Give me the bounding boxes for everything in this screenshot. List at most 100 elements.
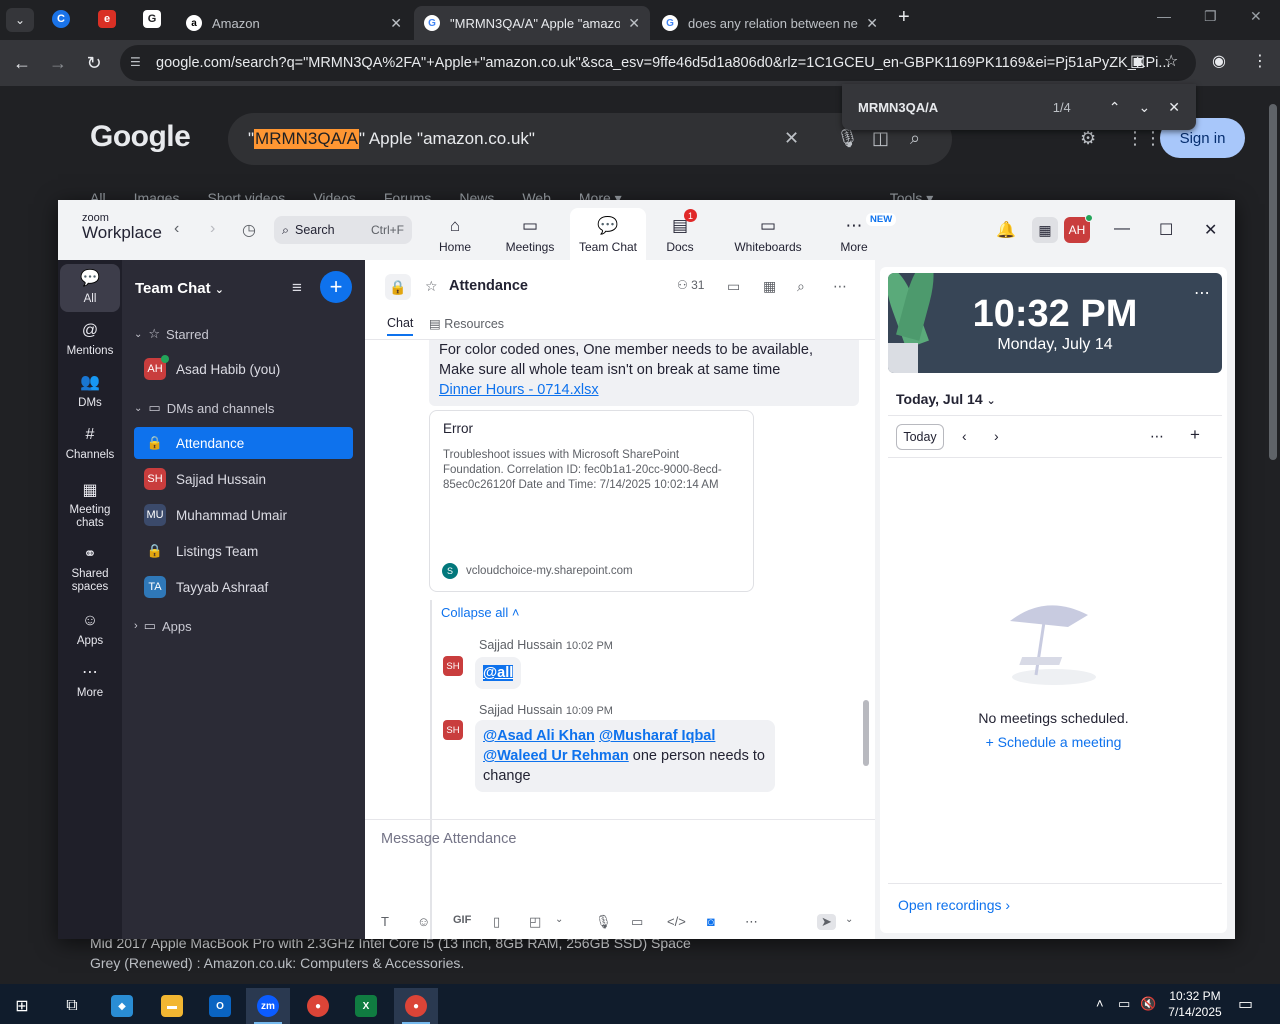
search-icon[interactable]: ⌕ [797, 278, 805, 295]
section-apps[interactable]: › ▭ Apps [134, 618, 192, 634]
taskbar-app-1[interactable]: ◆ [100, 988, 144, 1024]
new-tab-button[interactable]: + [898, 6, 910, 29]
tray-chevron-up-icon[interactable]: ˄ [1096, 996, 1104, 1011]
nav-more[interactable]: NEW ⋯ More [816, 208, 897, 260]
rail-more[interactable]: ⋯ More [60, 658, 120, 706]
sidebar-item-tayyab-ashraaf[interactable]: TA Tayyab Ashraaf [134, 571, 353, 603]
rail-mentions[interactable]: @ Mentions [60, 316, 120, 364]
zoom-taskbar-icon[interactable]: zm [246, 988, 290, 1024]
mention[interactable]: @Waleed Ur Rehman [483, 748, 629, 764]
chat-scrollbar[interactable] [863, 700, 869, 766]
chevron-down-icon[interactable]: ⌄ [845, 914, 853, 925]
search-icon[interactable]: ⌕ [910, 128, 920, 149]
gift-icon[interactable]: ▦ [1032, 217, 1058, 243]
send-icon[interactable]: ➤ [817, 914, 836, 930]
message-composer[interactable]: Message Attendance T ☺ GIF ▯ ◰ ⌄ 🎙 ▭ </>… [365, 819, 875, 939]
section-starred[interactable]: ⌄ ☆ Starred [134, 326, 209, 342]
more-dots-icon[interactable]: ⋯ [1150, 428, 1164, 445]
rail-meeting-chats[interactable]: ▦ Meeting chats [60, 478, 120, 534]
mention[interactable]: @Musharaf Iqbal [599, 728, 715, 744]
scrollbar-thumb[interactable] [1269, 104, 1277, 460]
sidebar-item-sajjad-hussain[interactable]: SH Sajjad Hussain [134, 463, 353, 495]
open-recordings-link[interactable]: Open recordings › [898, 897, 1010, 913]
notifications-icon[interactable]: ▭ [1238, 994, 1253, 1014]
nav-whiteboards[interactable]: ▭ Whiteboards [722, 208, 814, 260]
more-dots-icon[interactable]: ⋯ [1194, 283, 1210, 303]
schedule-meeting-link[interactable]: + Schedule a meeting [880, 734, 1227, 750]
gif-icon[interactable]: GIF [453, 914, 471, 926]
rail-apps[interactable]: ☺ Apps [60, 606, 120, 654]
microphone-icon[interactable]: 🎙 [836, 128, 859, 149]
chevron-right-icon[interactable]: › [994, 428, 999, 444]
nav-docs[interactable]: 1 ▤ Docs [642, 208, 718, 260]
tab-search-button[interactable]: ⌄ [6, 8, 34, 32]
apps-grid-icon[interactable]: ⋮⋮ [1126, 128, 1162, 149]
pinned-tab-1[interactable]: C [52, 10, 70, 28]
task-view-icon[interactable]: ⧉ [50, 988, 94, 1024]
google-logo[interactable]: Google [90, 120, 191, 154]
rail-channels[interactable]: # Channels [60, 420, 120, 468]
find-input[interactable]: MRMN3QA/A [858, 100, 1053, 115]
star-icon[interactable]: ☆ [425, 278, 438, 295]
emoji-icon[interactable]: ☺ [417, 914, 430, 929]
close-window-icon[interactable]: ✕ [1250, 8, 1262, 25]
menu-dots-icon[interactable]: ⋮ [1252, 51, 1268, 71]
find-close-icon[interactable]: ✕ [1168, 99, 1180, 116]
minimize-icon[interactable]: — [1157, 8, 1171, 24]
page-scrollbar[interactable] [1266, 86, 1280, 984]
pinned-tab-3[interactable]: G [143, 10, 161, 28]
nav-team-chat[interactable]: 💬 Team Chat [570, 208, 646, 260]
sidebar-title[interactable]: Team Chat ⌄ [135, 280, 224, 297]
more-dots-icon[interactable]: ⋯ [745, 914, 758, 930]
history-icon[interactable]: ◷ [242, 220, 256, 240]
reload-icon[interactable]: ↻ [82, 51, 106, 75]
site-info-icon[interactable]: ☰ [130, 55, 141, 69]
mention[interactable]: @Asad Ali Khan [483, 728, 595, 744]
chevron-down-icon[interactable]: ⌄ [555, 914, 563, 925]
profile-icon[interactable]: ◉ [1212, 51, 1226, 71]
tab-chat[interactable]: Chat [387, 316, 414, 336]
avatar[interactable]: AH [1064, 214, 1093, 243]
rail-shared-spaces[interactable]: ⚭ Shared spaces [60, 542, 120, 598]
calendar-icon[interactable]: ▦ [763, 278, 776, 295]
outlook-icon[interactable]: O [198, 988, 242, 1024]
address-bar[interactable]: ☰ google.com/search?q="MRMN3QA%2FA"+Appl… [120, 45, 1196, 81]
restore-icon[interactable]: ❐ [1204, 8, 1217, 25]
windows-start-icon[interactable]: ⊞ [0, 988, 44, 1024]
rail-dms[interactable]: 👥 DMs [60, 368, 120, 416]
find-previous-icon[interactable]: ⌃ [1109, 99, 1121, 116]
members-count[interactable]: ⚇ 31 [677, 278, 704, 292]
screenshot-icon[interactable]: ◰ [529, 914, 541, 930]
video-icon[interactable]: ▭ [727, 278, 740, 295]
file-explorer-icon[interactable]: ▬ [150, 988, 194, 1024]
tab-relation-search[interactable]: G does any relation between new ✕ [652, 6, 888, 40]
nav-home[interactable]: ⌂ Home [417, 208, 493, 260]
chrome-profile-icon[interactable]: ● [394, 988, 438, 1024]
maximize-icon[interactable]: ☐ [1159, 220, 1173, 240]
message-input[interactable]: Message Attendance [381, 831, 516, 847]
chevron-left-icon[interactable]: ‹ [962, 428, 967, 444]
section-dms-channels[interactable]: ⌄ ▭ DMs and channels [134, 400, 274, 416]
back-icon[interactable]: ‹ [174, 220, 179, 238]
find-next-icon[interactable]: ⌄ [1139, 99, 1151, 116]
tab-amazon[interactable]: a Amazon ✕ [176, 6, 412, 40]
nav-meetings[interactable]: ▭ Meetings [492, 208, 568, 260]
date-selector[interactable]: Today, Jul 14 ⌄ [896, 391, 996, 407]
mention[interactable]: @all [483, 665, 514, 681]
google-lens-icon[interactable]: ▣ [1130, 51, 1145, 71]
clear-search-icon[interactable]: ✕ [784, 128, 799, 149]
excel-icon[interactable]: X [344, 988, 388, 1024]
avatar[interactable]: SH [443, 656, 463, 676]
code-icon[interactable]: </> [667, 914, 686, 929]
close-icon[interactable]: ✕ [628, 15, 640, 32]
forward-icon[interactable]: → [46, 51, 70, 75]
sidebar-item-muhammad-umair[interactable]: MU Muhammad Umair [134, 499, 353, 531]
network-icon[interactable]: ▭ [1118, 996, 1130, 1012]
file-icon[interactable]: ▯ [493, 914, 500, 930]
camera-lens-icon[interactable]: ◫ [872, 128, 889, 149]
pinned-tab-2[interactable]: e [98, 10, 116, 28]
add-meeting-icon[interactable]: + [1190, 425, 1200, 445]
today-button[interactable]: Today [896, 424, 944, 450]
settings-gear-icon[interactable]: ⚙ [1080, 128, 1096, 149]
attachment-link[interactable]: Dinner Hours - 0714.xlsx [439, 382, 599, 398]
